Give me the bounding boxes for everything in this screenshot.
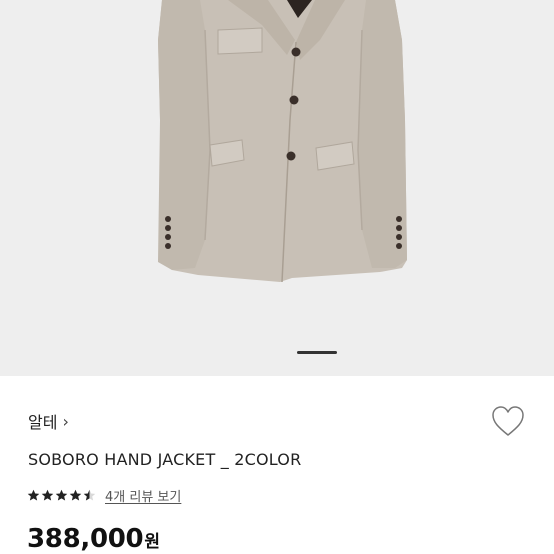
rating-row: 4개 리뷰 보기 [27, 486, 181, 505]
product-title: SOBORO HAND JACKET _ 2COLOR [28, 450, 302, 469]
brand-link[interactable]: 알테 › [28, 409, 69, 433]
jacket-image [158, 0, 407, 283]
product-image-gallery[interactable] [0, 0, 554, 376]
price: 388,000 원 [27, 524, 160, 554]
product-info-panel: 알테 › SOBORO HAND JACKET _ 2COLOR 4개 리뷰 보… [0, 376, 554, 554]
review-link[interactable]: 4개 리뷰 보기 [105, 486, 181, 505]
star-icon [69, 489, 82, 501]
price-amount: 388,000 [27, 524, 144, 554]
chevron-right-icon: › [62, 411, 69, 431]
star-icon [55, 489, 68, 501]
star-rating [27, 489, 96, 502]
star-icon [83, 489, 96, 501]
gallery-indicator-active[interactable] [297, 351, 337, 354]
star-icon [27, 489, 40, 501]
star-icon [41, 489, 54, 501]
price-unit: 원 [144, 532, 160, 552]
heart-icon [492, 406, 524, 436]
wishlist-button[interactable] [490, 404, 526, 438]
brand-name: 알테 [28, 413, 58, 432]
gallery-pagination [0, 351, 554, 355]
